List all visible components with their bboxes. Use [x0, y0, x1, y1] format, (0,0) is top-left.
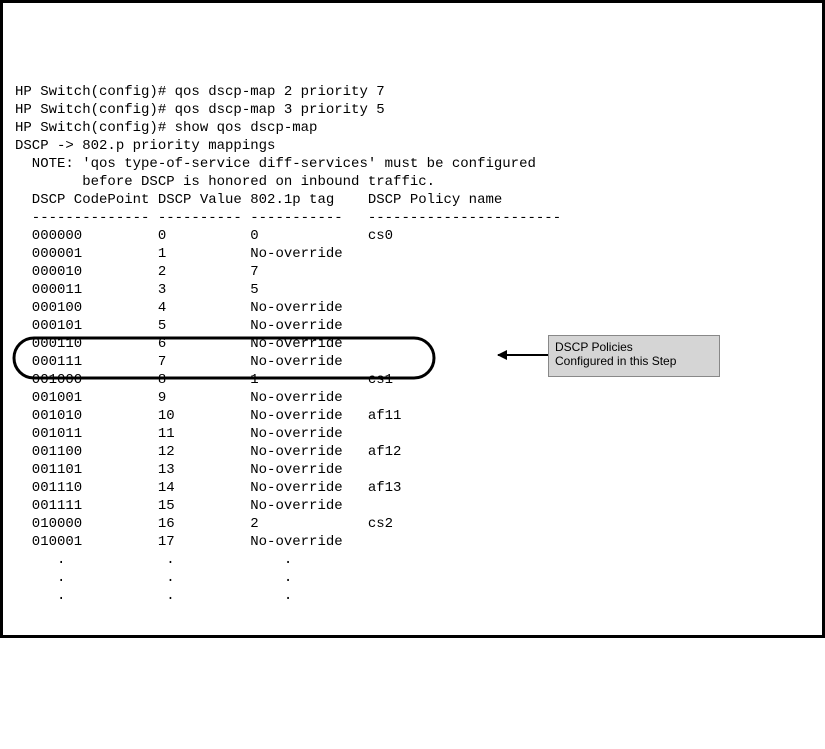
terminal-line: HP Switch(config)# qos dscp-map 3 priori… — [15, 101, 810, 119]
callout-box: DSCP Policies Configured in this Step — [548, 335, 720, 377]
callout-arrow — [498, 354, 548, 356]
terminal-line: . . . — [15, 587, 810, 605]
terminal-line: 001011 11 No-override — [15, 425, 810, 443]
terminal-frame: { "commands": [ "HP Switch(config)# qos … — [0, 0, 825, 638]
terminal-line: 001001 9 No-override — [15, 389, 810, 407]
terminal-line: 000100 4 No-override — [15, 299, 810, 317]
callout-text-line2: Configured in this Step — [555, 354, 713, 368]
callout-text-line1: DSCP Policies — [555, 340, 713, 354]
terminal-line: before DSCP is honored on inbound traffi… — [15, 173, 810, 191]
terminal-line: 000001 1 No-override — [15, 245, 810, 263]
terminal-line: HP Switch(config)# show qos dscp-map — [15, 119, 810, 137]
terminal-line: 010001 17 No-override — [15, 533, 810, 551]
terminal-line: NOTE: 'qos type-of-service diff-services… — [15, 155, 810, 173]
terminal-line: 000010 2 7 — [15, 263, 810, 281]
terminal-line: . . . — [15, 569, 810, 587]
terminal-line: 001100 12 No-override af12 — [15, 443, 810, 461]
terminal-line: DSCP CodePoint DSCP Value 802.1p tag DSC… — [15, 191, 810, 209]
terminal-line: 001010 10 No-override af11 — [15, 407, 810, 425]
terminal-line: 000000 0 0 cs0 — [15, 227, 810, 245]
terminal-line: . . . — [15, 551, 810, 569]
terminal-line: 001111 15 No-override — [15, 497, 810, 515]
terminal-line: 001101 13 No-override — [15, 461, 810, 479]
terminal-line: 010000 16 2 cs2 — [15, 515, 810, 533]
terminal-line: HP Switch(config)# qos dscp-map 2 priori… — [15, 83, 810, 101]
terminal-line: 001110 14 No-override af13 — [15, 479, 810, 497]
terminal-line: -------------- ---------- ----------- --… — [15, 209, 810, 227]
terminal-line: DSCP -> 802.p priority mappings — [15, 137, 810, 155]
terminal-line: 000101 5 No-override — [15, 317, 810, 335]
terminal-line: 000011 3 5 — [15, 281, 810, 299]
